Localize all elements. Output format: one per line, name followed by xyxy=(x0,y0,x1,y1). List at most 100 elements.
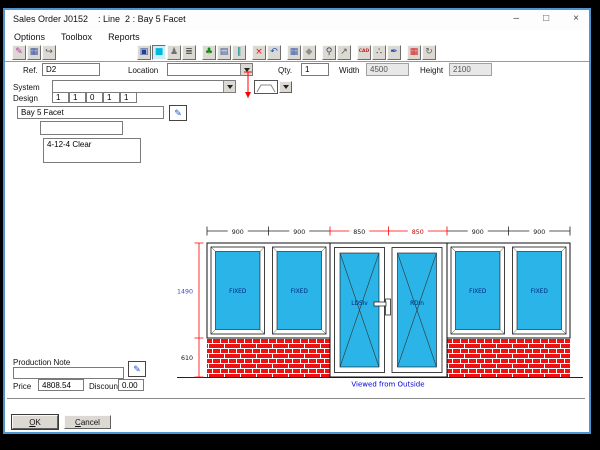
edit-list-button[interactable]: ≣ xyxy=(182,45,196,60)
desktop-background: Sales Order J0152 : Line 2 : Bay 5 Facet… xyxy=(0,0,600,450)
production-note-label: Production Note xyxy=(13,358,70,367)
toolbar: ✎▦↪▣■♟≣♣▤∥×↶▦◆⚲↗CAD∴✒▦↻ xyxy=(5,43,589,62)
panel-label: FIXED xyxy=(531,289,549,295)
window-title: Sales Order J0152 : Line 2 : Bay 5 Facet xyxy=(13,14,186,24)
location-label: Location xyxy=(128,66,158,75)
description-input[interactable]: Bay 5 Facet xyxy=(17,106,164,119)
discount-input[interactable]: 0.00 xyxy=(118,379,144,391)
dim-value: 610 xyxy=(181,355,193,362)
refresh-button[interactable]: ↻ xyxy=(422,45,436,60)
view-caption: Viewed from Outside xyxy=(351,381,424,389)
dim-value: 1490 xyxy=(177,289,193,296)
toolbar-group: ♣ ▤ ∥ xyxy=(202,45,247,60)
grid-icon: ▦ xyxy=(30,48,39,57)
grid-button[interactable]: ▦ xyxy=(27,45,41,60)
dim-value: 900 xyxy=(533,229,545,236)
design-cell-5[interactable]: 1 xyxy=(120,92,137,103)
points-icon: ∴ xyxy=(376,48,382,57)
menu-toolbox[interactable]: Toolbox xyxy=(61,32,92,42)
tree-button[interactable]: ♣ xyxy=(202,45,216,60)
toolbar-group: ✎ ▦ ↪ xyxy=(12,45,57,60)
find-button[interactable]: ∥ xyxy=(232,45,246,60)
price-input[interactable]: 4808.54 xyxy=(38,379,84,391)
zoom-button[interactable]: ⚲ xyxy=(322,45,336,60)
selection-button[interactable]: ■ xyxy=(152,45,166,60)
selection-icon: ■ xyxy=(155,48,164,57)
exit-button[interactable]: ↪ xyxy=(42,45,56,60)
pencil-icon: ✎ xyxy=(174,108,182,119)
system-label: System xyxy=(13,83,40,92)
customer-button[interactable]: ♟ xyxy=(167,45,181,60)
design-cell-4[interactable]: 1 xyxy=(103,92,120,103)
find-icon: ∥ xyxy=(237,48,242,57)
close-button[interactable]: × xyxy=(573,13,579,25)
pen-icon: ✒ xyxy=(390,48,398,57)
facet-preview xyxy=(254,80,278,94)
height-input: 2100 xyxy=(449,63,492,76)
toolbar-group: ▣ ■ ♟ ≣ xyxy=(137,45,197,60)
ref-label: Ref. xyxy=(23,66,38,75)
minimize-button[interactable]: – xyxy=(514,13,520,25)
design-cell-3[interactable]: 0 xyxy=(86,92,103,103)
delete-button[interactable]: × xyxy=(252,45,266,60)
width-input: 4500 xyxy=(366,63,409,76)
points-button[interactable]: ∴ xyxy=(372,45,386,60)
cutting-list-icon: ▦ xyxy=(410,48,419,57)
width-label: Width xyxy=(339,66,359,75)
dimensions-button[interactable]: ▦ xyxy=(287,45,301,60)
edit-production-note-button[interactable]: ✎ xyxy=(128,361,146,377)
menu-options[interactable]: Options xyxy=(14,32,45,42)
profiles-icon: ▣ xyxy=(140,48,149,57)
exit-icon: ↪ xyxy=(45,48,53,57)
profiles-button[interactable]: ▣ xyxy=(137,45,151,60)
design-edit-icon: ✎ xyxy=(15,48,23,57)
dim-value: 850 xyxy=(353,229,365,236)
menubar: Options Toolbox Reports xyxy=(5,30,598,43)
cutting-list-button[interactable]: ▦ xyxy=(407,45,421,60)
picture-button[interactable]: ▤ xyxy=(217,45,231,60)
door-handle-lever xyxy=(374,302,386,306)
production-note-input[interactable] xyxy=(13,367,124,379)
toolbar-group: ×↶ xyxy=(252,45,282,60)
delete-icon: × xyxy=(255,48,263,57)
cancel-button[interactable]: Cancel xyxy=(64,415,111,429)
tree-icon: ♣ xyxy=(205,48,213,57)
pencil-icon: ✎ xyxy=(133,364,141,375)
ref-input[interactable]: D2 xyxy=(42,63,100,76)
sales-order-window: Sales Order J0152 : Line 2 : Bay 5 Facet… xyxy=(3,8,591,434)
maximize-button[interactable]: □ xyxy=(543,13,549,25)
dim-value: 900 xyxy=(472,229,484,236)
customer-icon: ♟ xyxy=(170,48,178,57)
dimensions-icon: ▦ xyxy=(290,48,299,57)
shrink-button[interactable]: ◆ xyxy=(302,45,316,60)
secondary-input[interactable] xyxy=(40,121,123,135)
toolbar-group: ⚲↗ xyxy=(322,45,352,60)
qty-input[interactable]: 1 xyxy=(301,63,329,76)
undo-button[interactable]: ↶ xyxy=(267,45,281,60)
ok-button[interactable]: OK xyxy=(12,415,58,429)
design-cell-2[interactable]: 1 xyxy=(69,92,86,103)
panel-label: FIXED xyxy=(229,289,247,295)
spec-box[interactable]: 4-12-4 Clear xyxy=(43,138,141,163)
zoom-extents-icon: ↗ xyxy=(340,48,348,57)
design-cell-1[interactable]: 1 xyxy=(52,92,69,103)
zoom-extents-button[interactable]: ↗ xyxy=(337,45,351,60)
panel-label: FIXED xyxy=(469,289,487,295)
cad-button[interactable]: CAD xyxy=(357,45,371,60)
dim-value: 850 xyxy=(412,229,424,236)
toolbar-group: ▦◆ xyxy=(287,45,317,60)
brick-wall-right xyxy=(447,338,570,377)
undo-icon: ↶ xyxy=(270,48,278,57)
edit-description-button[interactable]: ✎ xyxy=(169,105,187,121)
menu-reports[interactable]: Reports xyxy=(108,32,140,42)
edit-list-icon: ≣ xyxy=(185,48,193,57)
system-dropdown-button[interactable] xyxy=(223,81,235,92)
chevron-down-icon xyxy=(283,85,289,89)
pen-button[interactable]: ✒ xyxy=(387,45,401,60)
design-edit-button[interactable]: ✎ xyxy=(12,45,26,60)
location-select[interactable]: Living Room xyxy=(167,63,253,76)
facet-dropdown-button[interactable] xyxy=(279,81,292,93)
refresh-icon: ↻ xyxy=(425,48,433,57)
design-canvas[interactable]: 900 900 850 850 900 900 1490 610 FIXED F… xyxy=(168,213,588,393)
price-label: Price xyxy=(13,382,31,391)
